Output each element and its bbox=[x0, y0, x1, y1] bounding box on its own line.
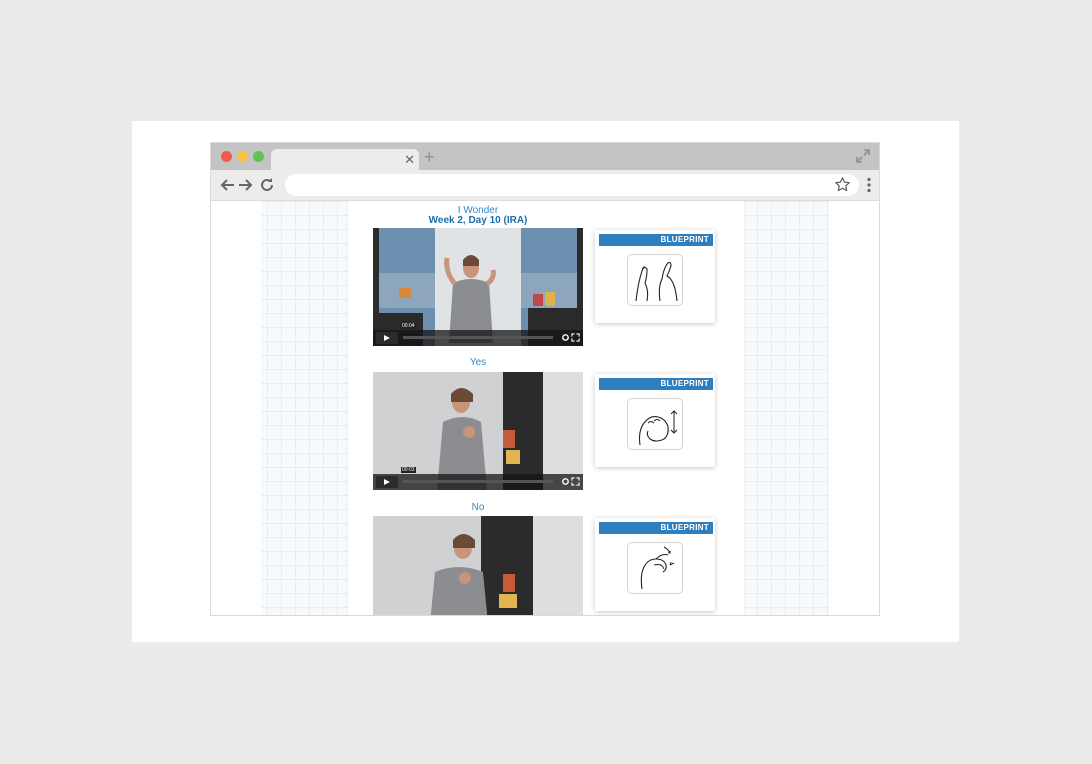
address-bar[interactable] bbox=[285, 174, 859, 196]
browser-toolbar bbox=[211, 170, 879, 201]
browser-window: ✕ + I Wonder Week 2, Day 10 (IRA) 00:04 … bbox=[210, 142, 880, 616]
video-timecode: 00:03 bbox=[401, 467, 416, 473]
fullscreen-icon[interactable] bbox=[571, 333, 580, 342]
video-controls: 00:04 bbox=[373, 323, 583, 346]
browser-tab[interactable]: ✕ bbox=[271, 149, 419, 170]
video-frame bbox=[373, 516, 583, 615]
sign-card-brand: BLUEPRINT bbox=[660, 235, 709, 244]
play-icon[interactable] bbox=[376, 476, 398, 488]
fullscreen-icon[interactable] bbox=[571, 477, 580, 486]
play-icon[interactable] bbox=[376, 332, 398, 344]
video-controls: 00:03 bbox=[373, 467, 583, 490]
sign-card: BLUEPRINT bbox=[595, 230, 715, 323]
two-hands-sign-icon bbox=[635, 261, 678, 302]
sign-illustration bbox=[627, 398, 683, 450]
plus-icon[interactable]: + bbox=[424, 147, 435, 167]
page-margin-left bbox=[211, 201, 261, 615]
video-progress-bar[interactable] bbox=[403, 336, 553, 339]
sign-card-header: BLUEPRINT bbox=[599, 234, 713, 246]
star-icon[interactable] bbox=[834, 176, 851, 193]
tab-bar: ✕ + bbox=[211, 143, 879, 170]
pinch-sign-icon bbox=[640, 546, 675, 590]
gear-icon[interactable] bbox=[561, 333, 570, 342]
sign-card-brand: BLUEPRINT bbox=[660, 379, 709, 388]
section-title: No bbox=[471, 502, 485, 513]
close-icon[interactable]: ✕ bbox=[404, 151, 415, 168]
page-viewport: I Wonder Week 2, Day 10 (IRA) 00:04 BLUE… bbox=[211, 201, 879, 615]
sign-card: BLUEPRINT bbox=[595, 518, 715, 611]
section-title: Yes bbox=[469, 357, 487, 368]
video-player[interactable] bbox=[373, 516, 583, 615]
maximize-window-button[interactable] bbox=[253, 151, 264, 162]
arrow-left-icon[interactable] bbox=[220, 177, 236, 193]
lesson-content: I Wonder Week 2, Day 10 (IRA) 00:04 BLUE… bbox=[348, 201, 744, 615]
sign-illustration bbox=[627, 542, 683, 594]
page-margin-right bbox=[829, 201, 879, 615]
arrow-right-icon[interactable] bbox=[237, 177, 253, 193]
sign-card-header: BLUEPRINT bbox=[599, 378, 713, 390]
fist-sign-icon bbox=[638, 410, 678, 446]
sign-illustration bbox=[627, 254, 683, 306]
sign-card: BLUEPRINT bbox=[595, 374, 715, 467]
video-timecode: 00:04 bbox=[401, 323, 416, 329]
sign-card-header: BLUEPRINT bbox=[599, 522, 713, 534]
expand-icon[interactable] bbox=[855, 148, 871, 164]
reload-icon[interactable] bbox=[259, 177, 275, 193]
section-subtitle: Week 2, Day 10 (IRA) bbox=[428, 215, 528, 226]
video-progress-bar[interactable] bbox=[403, 480, 553, 483]
kebab-menu-icon[interactable] bbox=[865, 177, 873, 193]
sign-card-brand: BLUEPRINT bbox=[660, 523, 709, 532]
close-window-button[interactable] bbox=[221, 151, 232, 162]
gear-icon[interactable] bbox=[561, 477, 570, 486]
video-player[interactable]: 00:03 bbox=[373, 372, 583, 490]
video-player[interactable]: 00:04 bbox=[373, 228, 583, 346]
minimize-window-button[interactable] bbox=[237, 151, 248, 162]
